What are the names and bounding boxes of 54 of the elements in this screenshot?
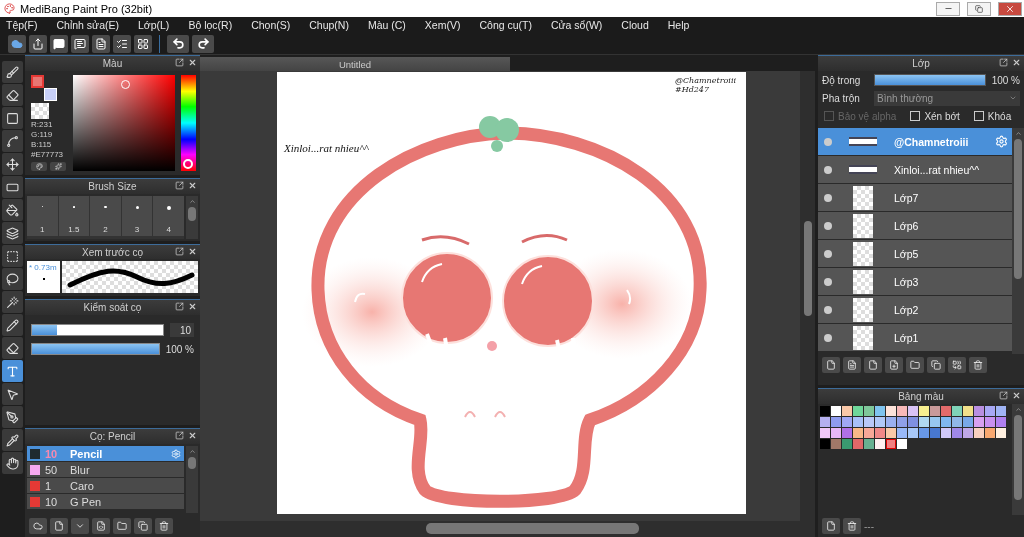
- menu-item[interactable]: Chọn(S): [251, 19, 300, 31]
- color-value: R:231: [31, 121, 54, 129]
- menu-item[interactable]: Help: [667, 19, 699, 31]
- brush-size-cell[interactable]: 2: [90, 196, 121, 236]
- brush-item[interactable]: 10 G Pen: [27, 494, 184, 509]
- color-value: G:119: [31, 131, 54, 139]
- panel-title: Lớp: [912, 58, 930, 69]
- layer-item[interactable]: Lớp7: [818, 184, 1012, 211]
- layer-item[interactable]: Lớp1: [818, 324, 1012, 351]
- menu-item[interactable]: Màu (C): [367, 19, 415, 31]
- menu-item[interactable]: Tệp(F): [6, 19, 47, 31]
- layer-option-checkbox[interactable]: Xén bớt: [910, 110, 960, 122]
- menu-item[interactable]: Chỉnh sửa(E): [56, 19, 128, 31]
- opacity-label: Độ trong: [822, 74, 862, 86]
- menu-item[interactable]: Xem(V): [424, 19, 470, 31]
- layer-item[interactable]: Lớp6: [818, 212, 1012, 239]
- menu-item[interactable]: Lớp(L): [137, 19, 179, 31]
- color-value: B:115: [31, 141, 53, 149]
- signature-text: @Chamnetroiii #Hd247: [674, 76, 736, 94]
- layer-option-checkbox[interactable]: Khóa: [973, 110, 1012, 122]
- palette-name: ---: [864, 520, 874, 532]
- menu-item[interactable]: Cloud: [621, 19, 658, 31]
- layer-item[interactable]: Xinloi...rat nhieu^^: [818, 156, 1012, 183]
- menu-item[interactable]: Cửa sổ(W): [550, 19, 612, 31]
- size-value[interactable]: 10: [170, 323, 194, 337]
- blend-value: Bình thường: [877, 92, 934, 104]
- panel-title: Brush Size: [88, 181, 137, 192]
- brush-size-cell[interactable]: 1: [27, 196, 58, 236]
- menu-item[interactable]: Công cụ(T): [479, 19, 541, 31]
- blend-label: Pha trộn: [822, 92, 861, 104]
- blend-dropdown[interactable]: Bình thường: [874, 90, 1020, 106]
- opacity-value: 100 %: [165, 343, 194, 355]
- window-title: MediBang Paint Pro (32bit): [20, 2, 154, 15]
- brush-size-text: * 0.73m: [29, 263, 58, 272]
- caption-text: Xinloi...rat nhieu^^: [284, 142, 369, 154]
- layer-item[interactable]: Lớp3: [818, 268, 1012, 295]
- color-value: #E77773: [31, 151, 65, 159]
- document-tab[interactable]: Untitled: [200, 57, 510, 71]
- panel-title: Xem trước cọ: [81, 246, 143, 258]
- panel-title: Bảng màu: [898, 391, 944, 402]
- brush-size-cell[interactable]: 4: [153, 196, 184, 236]
- panel-title: Kiểm soát cọ: [83, 302, 142, 313]
- brush-size-cell[interactable]: 1.5: [58, 196, 90, 236]
- brush-item[interactable]: 50 Blur: [27, 462, 184, 477]
- brush-item[interactable]: 1 Caro: [27, 478, 184, 493]
- panel-title: Cọ: Pencil: [89, 431, 136, 442]
- panel-title: Màu: [102, 58, 123, 69]
- canvas-page[interactable]: @Chamnetroiii #Hd247 Xinloi...rat nhieu^^: [277, 72, 746, 514]
- menu-item[interactable]: Chụp(N): [309, 19, 358, 31]
- layer-item[interactable]: Lớp5: [818, 240, 1012, 267]
- brush-size-cell[interactable]: 3: [121, 196, 153, 236]
- menu-item[interactable]: Bộ lọc(R): [188, 19, 242, 31]
- layer-item[interactable]: Lớp2: [818, 296, 1012, 323]
- layer-opacity-value: 100 %: [991, 74, 1020, 86]
